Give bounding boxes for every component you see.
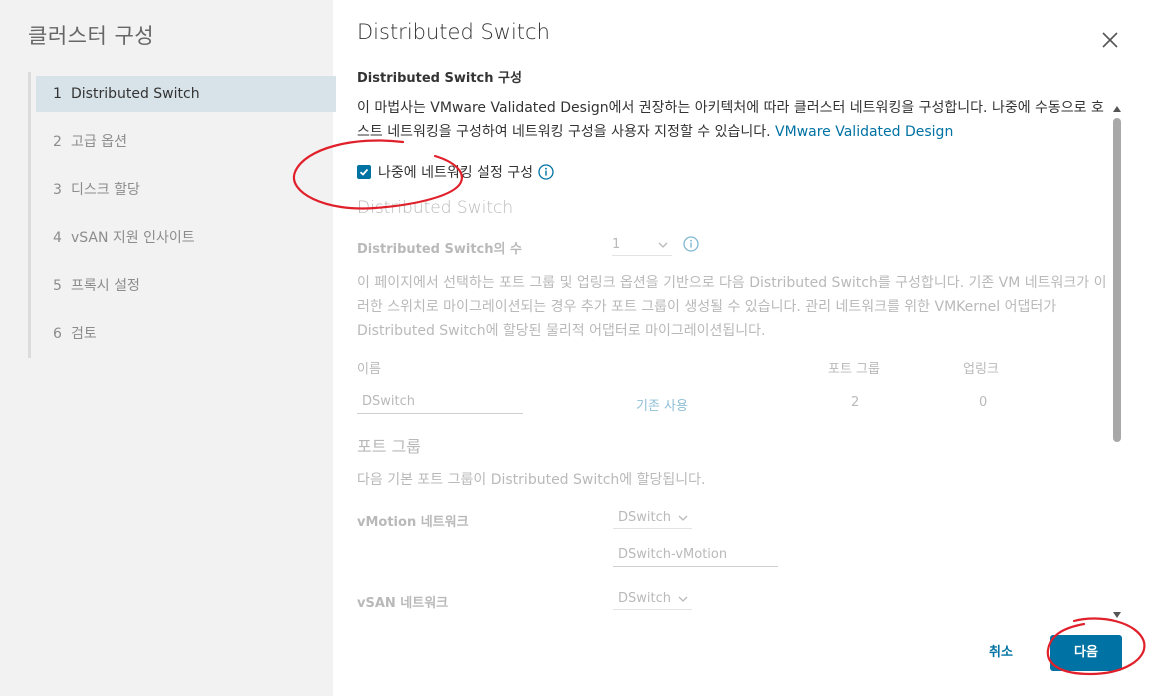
vmotion-label: vMotion 네트워크	[357, 515, 469, 530]
vmotion-switch-value: DSwitch	[618, 509, 671, 525]
configure-later-row: 나중에 네트워킹 설정 구성	[357, 162, 554, 182]
col-portgroup-header: 포트 그룹	[828, 362, 880, 377]
wizard-title: 클러스터 구성	[28, 24, 155, 48]
step-number: 3	[53, 182, 62, 198]
ds-description: 이 페이지에서 선택하는 포트 그룹 및 업링크 옵션을 기반으로 다음 Dis…	[357, 275, 1107, 339]
vvd-link[interactable]: VMware Validated Design	[775, 124, 953, 140]
vsan-switch-value: DSwitch	[618, 590, 671, 606]
col-name-header: 이름	[357, 362, 381, 377]
checkmark-icon	[359, 168, 369, 176]
step-review[interactable]: 6 검토	[36, 316, 336, 352]
step-vsan-insight[interactable]: 4 vSAN 지원 인사이트	[36, 220, 336, 256]
ds-count-value: 1	[612, 236, 621, 252]
step-number: 4	[53, 230, 62, 246]
step-number: 6	[53, 326, 62, 342]
ds-count-select[interactable]: 1	[612, 234, 672, 256]
step-proxy-settings[interactable]: 5 프록시 설정	[36, 268, 336, 304]
info-icon[interactable]	[683, 236, 699, 252]
step-label: 검토	[71, 326, 97, 342]
vsan-label: vSAN 네트워크	[357, 596, 449, 611]
ds-heading: Distributed Switch	[357, 198, 514, 218]
section-subtitle: Distributed Switch 구성	[357, 71, 522, 86]
vmotion-portgroup-input[interactable]: DSwitch-vMotion	[613, 545, 778, 567]
page-title: Distributed Switch	[357, 20, 550, 44]
step-advanced-options[interactable]: 2 고급 옵션	[36, 124, 336, 160]
switch-name-input[interactable]: DSwitch	[357, 392, 523, 414]
wizard-steps: 1 Distributed Switch 2 고급 옵션 3 디스크 할당 4 vSAN…	[28, 72, 336, 358]
portgroup-heading: 포트 그룹	[357, 437, 421, 456]
uplink-count: 0	[979, 395, 988, 410]
ds-count-label: Distributed Switch의 수	[357, 242, 522, 257]
chevron-down-icon	[658, 242, 668, 248]
step-number: 2	[53, 134, 62, 150]
use-existing-link[interactable]: 기존 사용	[636, 395, 688, 414]
vmotion-switch-select[interactable]: DSwitch	[613, 507, 692, 529]
step-number: 5	[53, 278, 62, 294]
step-number: 1	[53, 86, 62, 102]
cancel-button[interactable]: 취소	[975, 636, 1027, 670]
info-icon[interactable]	[538, 164, 554, 180]
step-distributed-switch[interactable]: 1 Distributed Switch	[36, 76, 336, 112]
scrollbar-thumb[interactable]	[1113, 118, 1121, 442]
close-button[interactable]	[1098, 28, 1122, 52]
description-text: 이 마법사는 VMware Validated Design에서 권장하는 아키…	[357, 96, 1109, 144]
vsan-switch-select[interactable]: DSwitch	[613, 588, 692, 610]
wizard-content: 이 마법사는 VMware Validated Design에서 권장하는 아키…	[357, 96, 1109, 616]
configure-later-checkbox[interactable]	[357, 165, 371, 179]
portgroup-description: 다음 기본 포트 그룹이 Distributed Switch에 할당됩니다.	[357, 472, 706, 488]
step-label: vSAN 지원 인사이트	[71, 230, 195, 246]
step-disk-allocation[interactable]: 3 디스크 할당	[36, 172, 336, 208]
step-label: 프록시 설정	[71, 278, 140, 294]
step-label: 디스크 할당	[71, 182, 140, 198]
wizard-sidebar: 클러스터 구성 1 Distributed Switch 2 고급 옵션 3 디스크 …	[0, 0, 336, 696]
step-label: Distributed Switch	[71, 86, 200, 102]
scroll-up-arrow-icon[interactable]	[1112, 105, 1122, 113]
description-body: 이 마법사는 VMware Validated Design에서 권장하는 아키…	[357, 100, 1104, 140]
chevron-down-icon	[678, 515, 688, 521]
configure-later-label: 나중에 네트워킹 설정 구성	[378, 165, 534, 181]
chevron-down-icon	[678, 596, 688, 602]
step-label: 고급 옵션	[71, 134, 127, 150]
close-icon	[1102, 32, 1118, 48]
next-button[interactable]: 다음	[1050, 635, 1122, 671]
col-uplink-header: 업링크	[963, 362, 999, 377]
portgroup-count: 2	[851, 395, 860, 410]
scroll-down-arrow-icon[interactable]	[1112, 611, 1122, 619]
